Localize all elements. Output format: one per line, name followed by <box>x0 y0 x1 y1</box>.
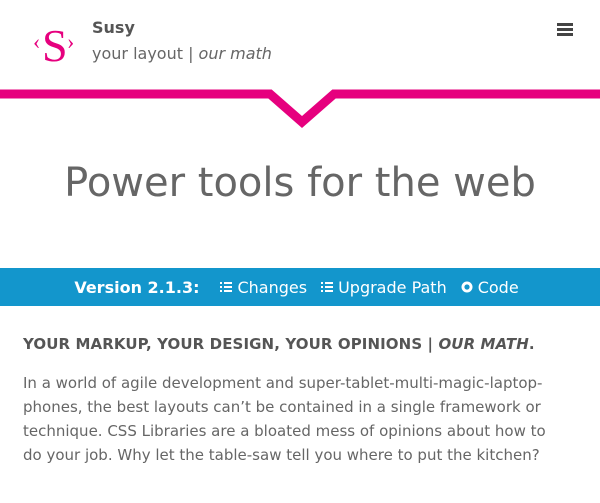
changes-link[interactable]: Changes <box>220 278 307 297</box>
version-label: Version 2.1.3: <box>74 277 200 297</box>
intro-heading-suffix: . <box>528 335 535 353</box>
list-icon <box>220 282 233 292</box>
intro-heading-emphasis: OUR MATH <box>438 335 529 353</box>
site-header: ‹ S › Susy your layout | our math <box>0 0 600 95</box>
logo-letter: S <box>42 20 68 71</box>
intro-heading: YOUR MARKUP, YOUR DESIGN, YOUR OPINIONS … <box>23 335 583 353</box>
hamburger-menu-icon[interactable] <box>557 23 573 37</box>
logo-right-chevron: › <box>67 29 74 54</box>
list-icon <box>321 282 334 292</box>
hero-title: Power tools for the web <box>64 160 536 206</box>
tagline: your layout | our math <box>92 44 272 63</box>
code-link-label: Code <box>477 277 519 297</box>
intro-heading-prefix: YOUR MARKUP, YOUR DESIGN, YOUR OPINIONS … <box>23 335 439 353</box>
logo-left-chevron: ‹ <box>33 29 40 54</box>
intro-paragraph: In a world of agile development and supe… <box>23 374 546 464</box>
brand-name[interactable]: Susy <box>92 18 135 37</box>
susy-logo[interactable]: ‹ S › <box>30 14 80 72</box>
tagline-emphasis: our math <box>198 44 272 63</box>
changes-link-label: Changes <box>237 277 308 297</box>
upgrade-path-link[interactable]: Upgrade Path <box>321 278 447 297</box>
upgrade-path-link-label: Upgrade Path <box>338 277 447 297</box>
tagline-prefix: your layout | <box>92 44 199 63</box>
version-bar: Version 2.1.3: Changes Upgrade Path Code <box>0 268 600 306</box>
code-link[interactable]: Code <box>461 278 519 297</box>
pink-divider <box>0 89 600 128</box>
github-icon <box>461 281 473 293</box>
